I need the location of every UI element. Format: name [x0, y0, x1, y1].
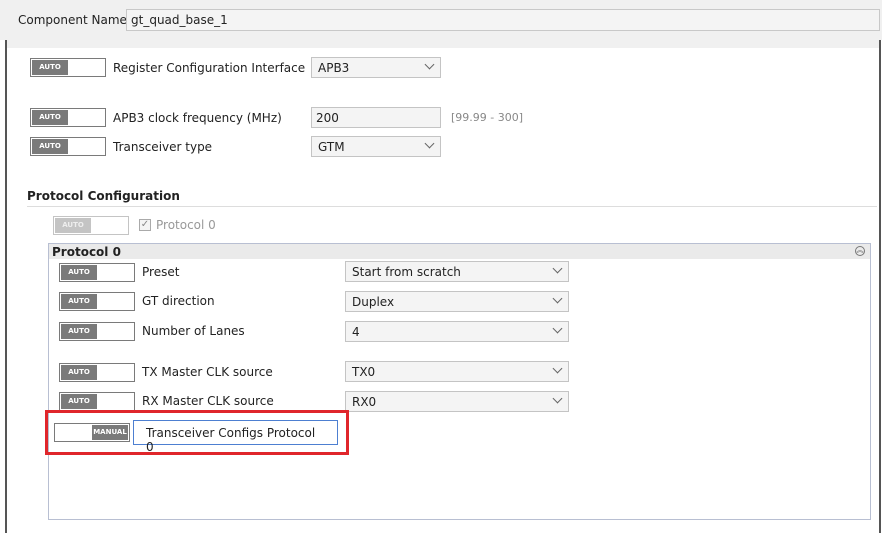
gt-direction-dropdown[interactable]: Duplex: [345, 291, 569, 312]
tx-master-clk-label: TX Master CLK source: [142, 365, 273, 379]
preset-label: Preset: [142, 265, 180, 279]
protocol0-group-title: Protocol 0: [52, 245, 121, 259]
apb3-clock-range: [99.99 - 300]: [451, 111, 524, 124]
tx-master-clk-value: TX0: [352, 365, 376, 379]
rx-master-clk-auto-toggle[interactable]: AUTO: [59, 392, 135, 411]
protocol0-checkbox[interactable]: ✓: [139, 219, 151, 231]
rx-master-clk-dropdown[interactable]: RX0: [345, 391, 569, 412]
transceiver-type-label: Transceiver type: [113, 140, 213, 154]
toggle-knob: AUTO: [61, 265, 97, 280]
right-border: [879, 40, 881, 533]
checkmark-icon: ✓: [140, 219, 150, 230]
transceiver-type-value: GTM: [318, 140, 345, 154]
chevron-down-icon: [552, 323, 563, 334]
left-border: [5, 40, 7, 533]
preset-value: Start from scratch: [352, 265, 461, 279]
reg-config-value: APB3: [318, 61, 350, 75]
protocol0-enable-toggle: AUTO: [53, 216, 129, 235]
component-name-field[interactable]: gt_quad_base_1: [126, 9, 880, 31]
gt-direction-auto-toggle[interactable]: AUTO: [59, 292, 135, 311]
gt-direction-value: Duplex: [352, 295, 395, 309]
apb3-clock-label: APB3 clock frequency (MHz): [113, 111, 282, 125]
reg-config-auto-toggle[interactable]: AUTO: [30, 58, 106, 77]
chevron-down-icon: [552, 293, 563, 304]
apb3-clock-input[interactable]: 200: [311, 107, 441, 128]
toggle-knob: AUTO: [61, 394, 97, 409]
num-lanes-value: 4: [352, 325, 360, 339]
preset-dropdown[interactable]: Start from scratch: [345, 261, 569, 282]
rx-master-clk-value: RX0: [352, 395, 377, 409]
transceiver-type-auto-toggle[interactable]: AUTO: [30, 137, 106, 156]
preset-auto-toggle[interactable]: AUTO: [59, 263, 135, 282]
chevron-down-icon: [424, 59, 435, 70]
reg-config-label: Register Configuration Interface: [113, 61, 306, 75]
chevron-down-icon: [552, 263, 563, 274]
protocol0-group-header: [49, 244, 870, 259]
chevron-down-icon: [552, 393, 563, 404]
toggle-knob: AUTO: [32, 60, 68, 75]
chevron-down-icon: [424, 138, 435, 149]
tx-master-clk-auto-toggle[interactable]: AUTO: [59, 363, 135, 382]
rx-master-clk-label: RX Master CLK source: [142, 394, 274, 408]
protocol-config-title: Protocol Configuration: [27, 189, 180, 203]
num-lanes-label: Number of Lanes: [142, 324, 245, 338]
reg-config-dropdown[interactable]: APB3: [311, 57, 441, 78]
component-name-label: Component Name: [18, 13, 127, 27]
toggle-knob: AUTO: [61, 365, 97, 380]
toggle-knob: AUTO: [61, 324, 97, 339]
section-divider: [27, 206, 877, 207]
toggle-knob: AUTO: [32, 139, 68, 154]
toggle-knob: AUTO: [61, 294, 97, 309]
collapse-up-icon[interactable]: ︽: [855, 246, 865, 256]
tx-master-clk-dropdown[interactable]: TX0: [345, 361, 569, 382]
transceiver-type-dropdown[interactable]: GTM: [311, 136, 441, 157]
num-lanes-dropdown[interactable]: 4: [345, 321, 569, 342]
toggle-knob: AUTO: [55, 218, 91, 233]
gt-direction-label: GT direction: [142, 294, 215, 308]
chevron-down-icon: [552, 363, 563, 374]
header-separator: [7, 40, 879, 48]
toggle-knob: AUTO: [32, 110, 68, 125]
apb3-clock-auto-toggle[interactable]: AUTO: [30, 108, 106, 127]
num-lanes-auto-toggle[interactable]: AUTO: [59, 322, 135, 341]
highlight-box: [45, 410, 349, 455]
protocol0-checkbox-label: Protocol 0: [156, 218, 216, 232]
